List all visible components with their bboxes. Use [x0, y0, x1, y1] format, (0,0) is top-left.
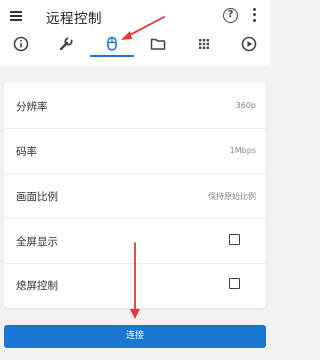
screen-off-row[interactable]: 熄屏控制 [4, 263, 266, 308]
grid-icon [199, 39, 209, 49]
fullscreen-label: 全屏显示 [16, 236, 58, 248]
resolution-label: 分辨率 [16, 101, 48, 113]
play-icon [241, 36, 257, 52]
aspect-ratio-label: 画面比例 [16, 191, 58, 203]
resolution-value: 360p [235, 101, 256, 110]
tab-bar [0, 32, 270, 58]
help-circle-icon[interactable]: ? [223, 8, 238, 23]
bitrate-label: 码率 [16, 146, 37, 158]
bitrate-value: 1Mbps [229, 146, 256, 155]
bitrate-row[interactable]: 码率 1Mbps [4, 129, 266, 174]
aspect-ratio-value: 保持原始比例 [208, 192, 256, 201]
tab-apps[interactable] [186, 32, 222, 58]
folder-icon [150, 38, 166, 50]
wrench-icon [59, 36, 73, 51]
top-toolbar: 远程控制 ? [0, 0, 270, 32]
settings-card: 分辨率 360p 码率 1Mbps 画面比例 保持原始比例 全屏显示 熄屏控制 [4, 82, 266, 308]
tab-files[interactable] [140, 32, 176, 58]
info-icon [13, 36, 29, 52]
tab-info[interactable] [3, 32, 39, 58]
tab-settings[interactable] [48, 32, 84, 58]
fullscreen-checkbox[interactable] [229, 234, 240, 245]
hamburger-menu-icon[interactable] [8, 9, 24, 23]
screen-off-checkbox[interactable] [229, 278, 240, 289]
resolution-row[interactable]: 分辨率 360p [4, 84, 266, 129]
page-title: 远程控制 [46, 11, 102, 27]
screen-off-label: 熄屏控制 [16, 280, 58, 292]
app-bar: 远程控制 ? [0, 0, 270, 66]
selected-tab-indicator [90, 55, 134, 57]
fullscreen-row[interactable]: 全屏显示 [4, 219, 266, 264]
tab-media[interactable] [231, 32, 267, 58]
more-vertical-icon[interactable] [251, 8, 257, 24]
aspect-ratio-row[interactable]: 画面比例 保持原始比例 [4, 174, 266, 219]
connect-button[interactable]: 连接 [4, 325, 266, 348]
mouse-icon [107, 36, 117, 51]
